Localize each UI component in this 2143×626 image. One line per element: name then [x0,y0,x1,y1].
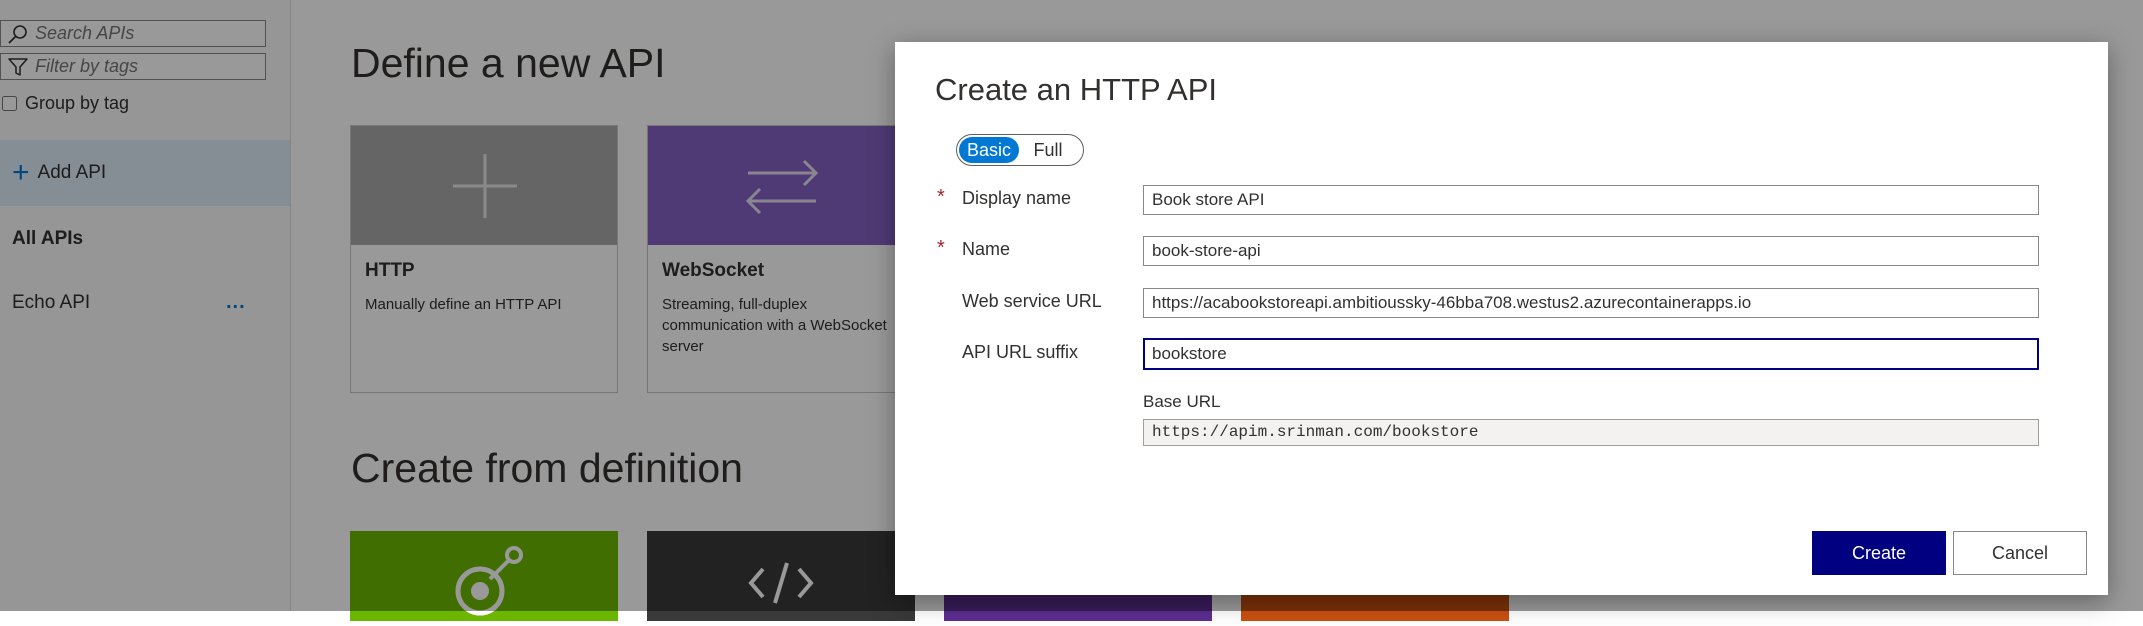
create-http-api-dialog: Create an HTTP API Basic Full * Display … [895,42,2108,595]
base-url-label: Base URL [1143,392,1221,411]
display-name-label: Display name [962,188,1072,208]
basic-mode-option[interactable]: Basic [959,137,1019,163]
cancel-button[interactable]: Cancel [1953,531,2087,575]
base-url-value: https://apim.srinman.com/bookstore [1143,419,2039,446]
dialog-title: Create an HTTP API [935,72,1217,107]
name-label: Name [962,239,1011,259]
create-button[interactable]: Create [1812,531,1946,575]
required-marker: * [937,237,945,259]
api-url-suffix-label: API URL suffix [962,342,1079,362]
display-name-field[interactable] [1143,185,2039,215]
web-service-url-field[interactable] [1143,288,2039,318]
required-marker: * [937,186,945,208]
api-url-suffix-field[interactable] [1143,338,2039,370]
full-mode-option[interactable]: Full [1023,137,1073,163]
mode-toggle[interactable]: Basic Full [956,134,1084,166]
web-service-url-label: Web service URL [962,291,1102,311]
name-field[interactable] [1143,236,2039,266]
